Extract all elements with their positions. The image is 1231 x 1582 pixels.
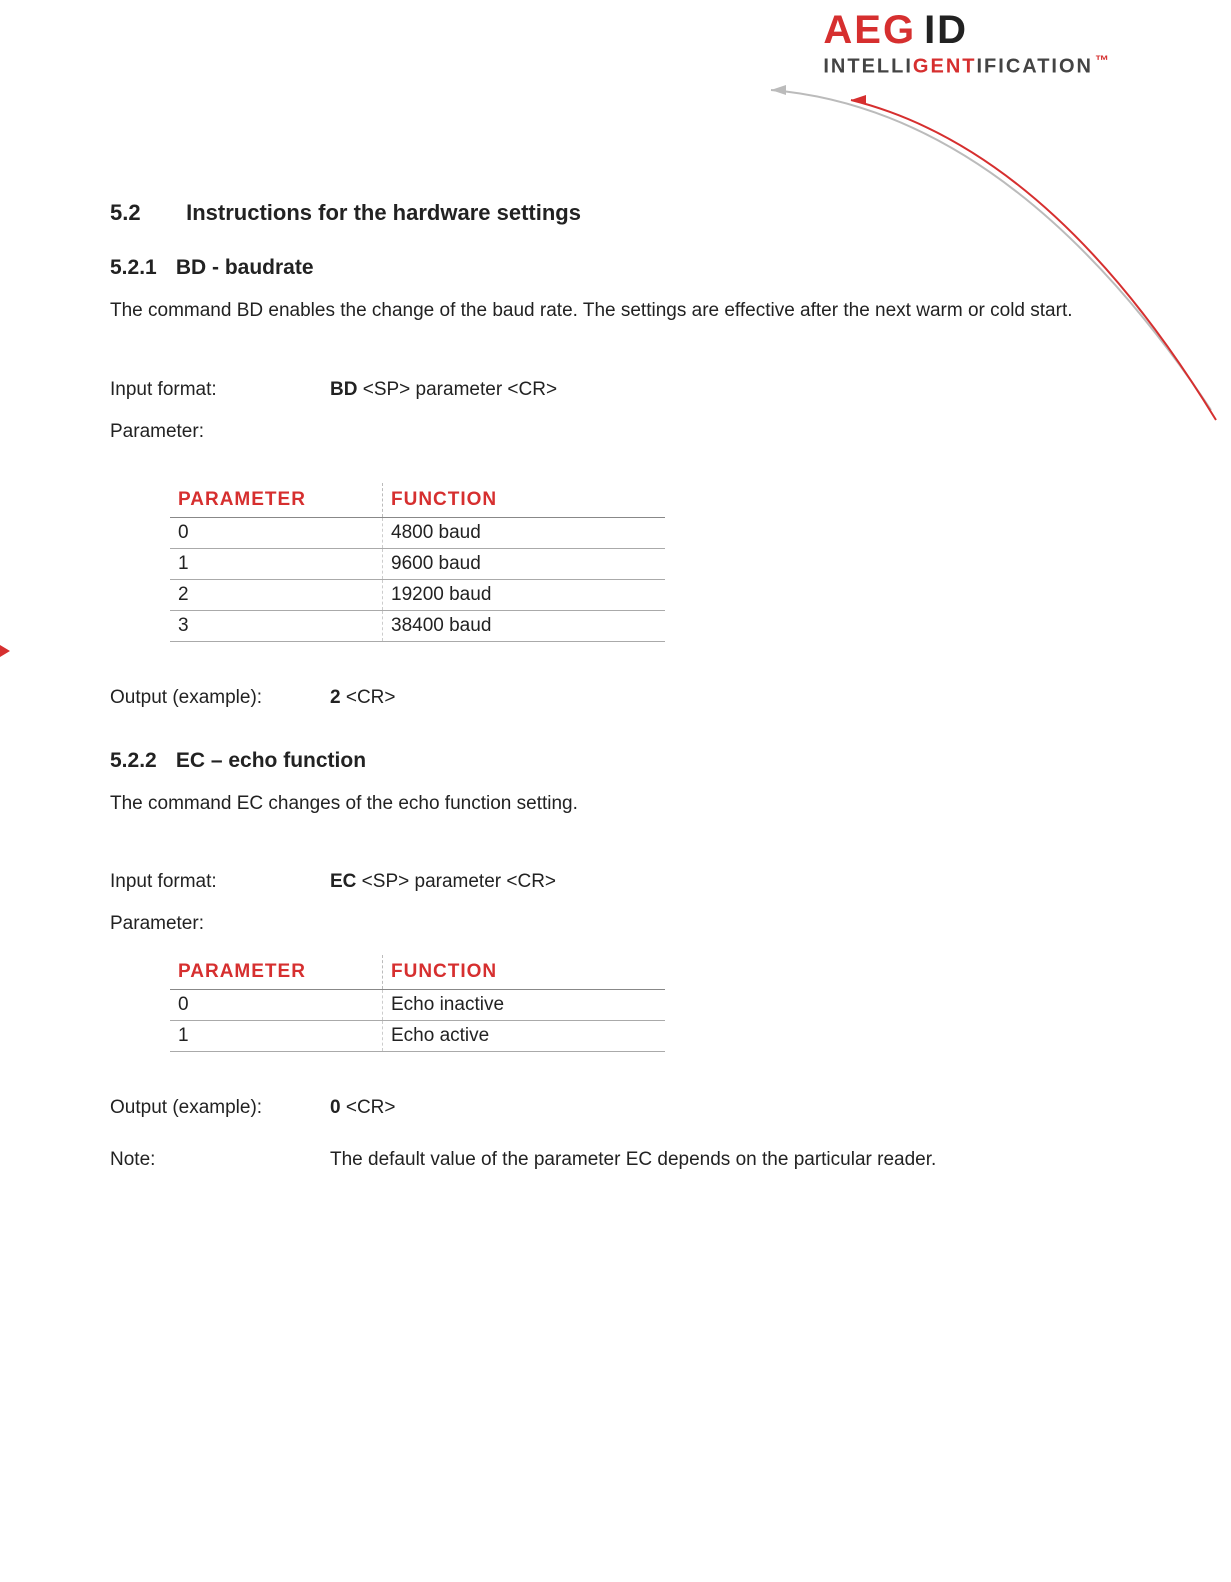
subsection-522-desc: The command EC changes of the echo funct… bbox=[110, 791, 1110, 817]
table-cell-param: 0 bbox=[170, 990, 383, 1021]
subsection-522-title: EC – echo function bbox=[176, 749, 366, 772]
table-cell-param: 1 bbox=[170, 548, 383, 579]
section-number: 5.2 bbox=[110, 200, 180, 226]
subsection-522-number: 5.2.2 bbox=[110, 749, 170, 773]
table-header-function: FUNCTION bbox=[383, 483, 666, 518]
subsection-521-title: BD - baudrate bbox=[176, 256, 314, 279]
output-example-row-522: Output (example): 0 <CR> bbox=[110, 1097, 1110, 1119]
parameter-table-521: PARAMETER FUNCTION 0 4800 baud 1 9600 ba… bbox=[170, 483, 665, 642]
table-header-parameter: PARAMETER bbox=[170, 955, 383, 990]
output-example-value-521: 2 <CR> bbox=[330, 687, 1110, 709]
input-cmd-bd: BD bbox=[330, 379, 357, 400]
page-edge-marker-icon bbox=[0, 645, 10, 657]
input-format-value-522: EC <SP> parameter <CR> bbox=[330, 871, 1110, 893]
subsection-522-heading: 5.2.2 EC – echo function bbox=[110, 749, 1110, 773]
output-example-value-522: 0 <CR> bbox=[330, 1097, 1110, 1119]
output-cmd-522: 0 bbox=[330, 1097, 341, 1118]
input-rest-ec: <SP> parameter <CR> bbox=[356, 871, 556, 892]
table-row: 2 19200 baud bbox=[170, 579, 665, 610]
table-header-function: FUNCTION bbox=[383, 955, 666, 990]
input-format-label-522: Input format: bbox=[110, 871, 330, 893]
subsection-521-number: 5.2.1 bbox=[110, 256, 170, 280]
table-row: 3 38400 baud bbox=[170, 610, 665, 641]
table-header-row: PARAMETER FUNCTION bbox=[170, 483, 665, 518]
logo-tm: ™ bbox=[1095, 52, 1111, 68]
table-header-parameter: PARAMETER bbox=[170, 483, 383, 518]
logo-aeg-text: AEG bbox=[823, 8, 916, 52]
table-cell-param: 2 bbox=[170, 579, 383, 610]
table-header-row: PARAMETER FUNCTION bbox=[170, 955, 665, 990]
table-cell-func: 9600 baud bbox=[383, 548, 666, 579]
subsection-521-heading: 5.2.1 BD - baudrate bbox=[110, 256, 1110, 280]
section-title: Instructions for the hardware settings bbox=[186, 200, 581, 225]
table-row: 0 Echo inactive bbox=[170, 990, 665, 1021]
document-body: 5.2 Instructions for the hardware settin… bbox=[110, 200, 1110, 1191]
table-cell-param: 3 bbox=[170, 610, 383, 641]
table-row: 0 4800 baud bbox=[170, 517, 665, 548]
note-label-522: Note: bbox=[110, 1149, 330, 1171]
table-cell-func: Echo inactive bbox=[383, 990, 666, 1021]
input-format-value: BD <SP> parameter <CR> bbox=[330, 379, 1110, 401]
table-cell-func: 38400 baud bbox=[383, 610, 666, 641]
parameter-label-521: Parameter: bbox=[110, 421, 330, 443]
output-rest-521: <CR> bbox=[341, 687, 396, 708]
logo-ification: IFICATION bbox=[976, 56, 1093, 78]
input-format-label: Input format: bbox=[110, 379, 330, 401]
input-format-row-521: Input format: BD <SP> parameter <CR> bbox=[110, 379, 1110, 401]
logo-intelli: INTELLI bbox=[823, 56, 913, 78]
output-example-label-521: Output (example): bbox=[110, 687, 330, 709]
table-cell-param: 0 bbox=[170, 517, 383, 548]
table-cell-func: 19200 baud bbox=[383, 579, 666, 610]
subsection-521-desc: The command BD enables the change of the… bbox=[110, 298, 1110, 324]
parameter-label-522: Parameter: bbox=[110, 913, 330, 935]
table-row: 1 Echo active bbox=[170, 1021, 665, 1052]
parameter-label-row-521: Parameter: bbox=[110, 421, 1110, 443]
output-example-label-522: Output (example): bbox=[110, 1097, 330, 1119]
output-example-row-521: Output (example): 2 <CR> bbox=[110, 687, 1110, 709]
parameter-table-522: PARAMETER FUNCTION 0 Echo inactive 1 Ech… bbox=[170, 955, 665, 1052]
output-cmd-521: 2 bbox=[330, 687, 341, 708]
section-heading: 5.2 Instructions for the hardware settin… bbox=[110, 200, 1110, 226]
logo-id-text: ID bbox=[924, 8, 968, 52]
table-row: 1 9600 baud bbox=[170, 548, 665, 579]
table-cell-param: 1 bbox=[170, 1021, 383, 1052]
input-format-row-522: Input format: EC <SP> parameter <CR> bbox=[110, 871, 1110, 893]
parameter-label-row-522: Parameter: bbox=[110, 913, 1110, 935]
input-cmd-ec: EC bbox=[330, 871, 356, 892]
output-rest-522: <CR> bbox=[341, 1097, 396, 1118]
table-cell-func: 4800 baud bbox=[383, 517, 666, 548]
table-cell-func: Echo active bbox=[383, 1021, 666, 1052]
logo-gent: GENT bbox=[913, 56, 977, 78]
note-text-522: The default value of the parameter EC de… bbox=[330, 1149, 1110, 1171]
note-row-522: Note: The default value of the parameter… bbox=[110, 1149, 1110, 1171]
brand-logo: AEGID INTELLIGENTIFICATION™ bbox=[823, 10, 1111, 79]
input-rest-bd: <SP> parameter <CR> bbox=[357, 379, 557, 400]
